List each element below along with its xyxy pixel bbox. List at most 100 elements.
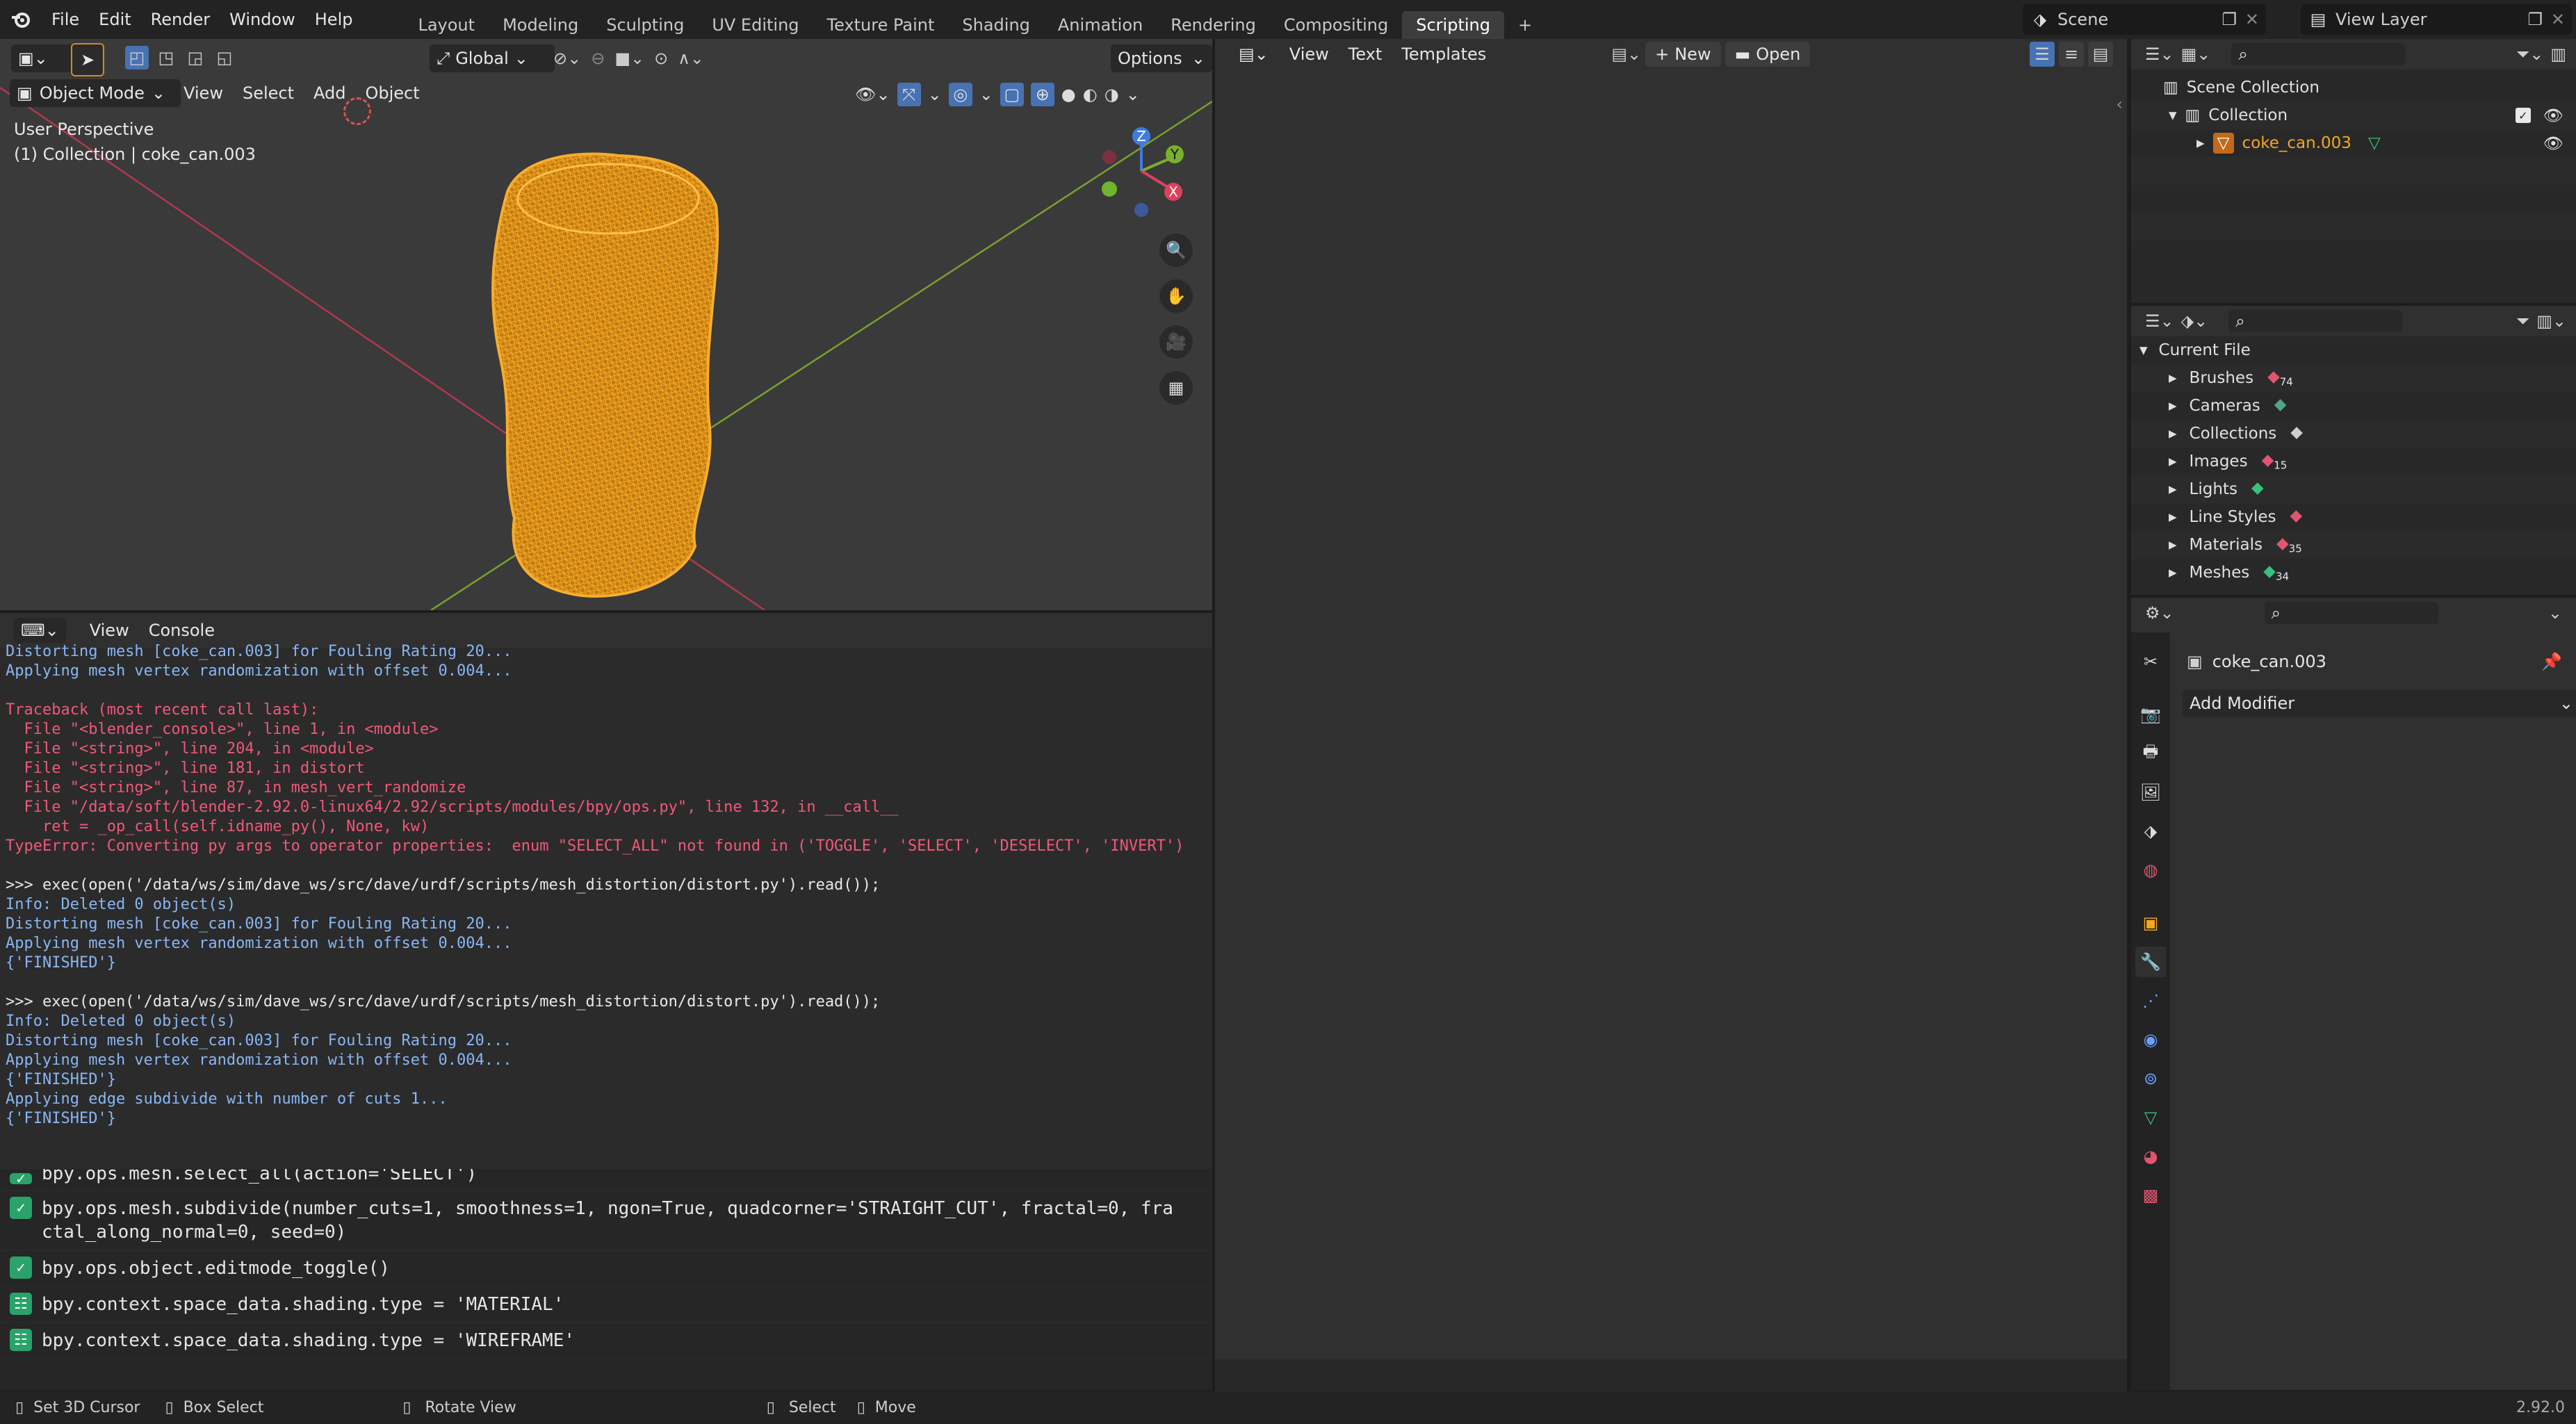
tab-rendering[interactable]: Rendering	[1157, 11, 1270, 39]
pan-hand-icon[interactable]: ✋	[1159, 279, 1193, 313]
text-menu-text[interactable]: Text	[1339, 44, 1392, 64]
xray-icon[interactable]: ▢	[1000, 83, 1024, 106]
editor-type-button[interactable]: ⌨⌄	[14, 618, 66, 643]
properties-search-input[interactable]: ⌕	[2264, 602, 2438, 624]
python-console[interactable]: ⌨⌄ View Console Distorting mesh [coke_can…	[0, 613, 1212, 1169]
object-tab-icon[interactable]: ▣	[2135, 908, 2166, 938]
render-tab-icon[interactable]: 📷	[2135, 699, 2166, 730]
close-icon[interactable]: ✕	[2245, 10, 2259, 29]
viewport-menu-object[interactable]: Object	[355, 83, 429, 103]
new-collection-icon[interactable]: ▥	[2550, 44, 2566, 64]
scene-collection-row[interactable]: ▥ Scene Collection	[2131, 74, 2576, 101]
wireframe-shading-icon[interactable]: ⊕	[1030, 83, 1054, 106]
chevron-right-icon[interactable]: ▸	[2169, 508, 2177, 526]
pin-icon[interactable]: 📌	[2541, 652, 2562, 671]
viewport-menu-select[interactable]: Select	[233, 83, 304, 103]
info-log-row[interactable]: ☷ bpy.context.space_data.shading.type = '…	[0, 1323, 1212, 1359]
solid-shading-icon[interactable]: ●	[1061, 85, 1076, 104]
word-wrap-icon[interactable]: ≡	[2059, 42, 2084, 67]
menu-file[interactable]: File	[42, 10, 89, 29]
text-menu-templates[interactable]: Templates	[1392, 44, 1496, 64]
blend-file-search-input[interactable]: ⌕	[2228, 310, 2403, 332]
camera-icon[interactable]: 🎥	[1159, 325, 1193, 359]
object-row[interactable]: ▸ ▽ coke_can.003 ▽ 👁	[2131, 129, 2576, 157]
outliner[interactable]: ☰⌄ ▦⌄ ⌕ ⏷⌄ ▥ ▥ Scene Collection ▾ ▥ Coll…	[2131, 39, 2576, 303]
chevron-right-icon[interactable]: ▸	[2196, 134, 2205, 152]
object-mode-dropdown[interactable]: ▣ Object Mode ⌄	[10, 79, 181, 107]
info-log-row[interactable]: ☷ bpy.context.space_data.shading.type = '…	[0, 1287, 1212, 1323]
material-shading-icon[interactable]: ◐	[1083, 85, 1098, 104]
chevron-down-icon[interactable]: ▾	[2169, 106, 2177, 124]
viewport-menu-view[interactable]: View	[174, 83, 233, 103]
transform-orientation-dropdown[interactable]: ⤢ Global ⌄	[430, 44, 555, 72]
mesh-data-tab-icon[interactable]: ▽	[2135, 1102, 2166, 1133]
menu-help[interactable]: Help	[305, 10, 363, 29]
world-tab-icon[interactable]: ◍	[2135, 855, 2166, 885]
tab-scripting[interactable]: Scripting	[1402, 11, 1504, 39]
editor-type-button[interactable]: ⚙⌄	[2145, 603, 2174, 623]
info-log-row[interactable]: ✓ bpy.ops.mesh.subdivide(number_cuts=1, s…	[0, 1191, 1212, 1251]
display-mode-icon[interactable]: ⬗⌄	[2181, 311, 2208, 331]
chevron-right-icon[interactable]: ▸	[2169, 564, 2177, 582]
chevron-right-icon[interactable]: ▸	[2169, 452, 2177, 470]
tab-uv-editing[interactable]: UV Editing	[698, 11, 813, 39]
info-row-partial[interactable]: ✓ bpy.ops.mesh.select_all(action='SELECT…	[0, 1169, 1212, 1191]
snap-target-icon[interactable]: ■⌄	[614, 49, 644, 68]
proportional-edit-icon[interactable]: ⊙	[654, 49, 668, 68]
close-icon[interactable]: ✕	[2551, 10, 2565, 29]
editor-type-button[interactable]: ☰⌄	[2145, 44, 2174, 64]
current-file-row[interactable]: ▾ Current File	[2131, 336, 2576, 364]
scene-selector[interactable]: ⬗ Scene ❐ ✕	[2023, 4, 2266, 35]
scene-tab-icon[interactable]: ⬗	[2135, 816, 2166, 846]
view-layer-tab-icon[interactable]: 🖼	[2135, 777, 2166, 808]
copy-icon[interactable]: ❐	[2222, 10, 2237, 29]
new-text-button[interactable]: + New	[1645, 42, 1721, 67]
text-browse-icon[interactable]: ▤⌄	[1611, 44, 1641, 64]
collection-row[interactable]: ▾ ▥ Collection ✓ 👁	[2131, 101, 2576, 129]
tab-modeling[interactable]: Modeling	[489, 11, 592, 39]
blend-item-lights[interactable]: ▸ Lights ◆	[2131, 475, 2576, 503]
filter-icon[interactable]: ⏷	[2516, 311, 2529, 331]
chevron-right-icon[interactable]: ▸	[2169, 425, 2177, 443]
line-numbers-icon[interactable]: ☰	[2030, 42, 2055, 67]
editor-type-button[interactable]: ▤⌄	[1232, 42, 1275, 67]
falloff-icon[interactable]: ∧⌄	[678, 49, 704, 68]
chevron-right-icon[interactable]: ▸	[2169, 480, 2177, 498]
open-text-button[interactable]: ▬ Open	[1725, 42, 1811, 67]
rendered-shading-icon[interactable]: ◑	[1104, 85, 1119, 104]
menu-render[interactable]: Render	[141, 10, 220, 29]
blend-item-materials[interactable]: ▸ Materials ◆35	[2131, 531, 2576, 559]
blend-file-outliner[interactable]: ☰⌄ ⬗⌄ ⌕ ⏷ ▥⌄ ▾ Current File ▸ Brushes ◆74 ▸…	[2131, 306, 2576, 595]
tab-layout[interactable]: Layout	[404, 11, 489, 39]
visibility-icon[interactable]: 👁⌄	[855, 85, 890, 104]
copy-icon[interactable]: ❐	[2527, 10, 2543, 29]
chevron-right-icon[interactable]: ▸	[2169, 369, 2177, 387]
tab-texture-paint[interactable]: Texture Paint	[813, 11, 949, 39]
viewport-shading-group[interactable]: 👁⌄ ⤧ ⌄ ◎ ⌄ ▢ ⊕ ● ◐ ◑ ⌄	[855, 81, 1140, 108]
tool-tab-icon[interactable]: ✂	[2135, 646, 2166, 677]
console-menu-console[interactable]: Console	[139, 621, 225, 640]
tab-shading[interactable]: Shading	[948, 11, 1044, 39]
constraints-tab-icon[interactable]: ⊚	[2135, 1063, 2166, 1094]
text-editor[interactable]: ▤⌄ View Text Templates ▤⌄ + New ▬ Open ☰ ≡ ▤…	[1215, 39, 2127, 1391]
text-display-toggles[interactable]: ☰ ≡ ▤	[2030, 42, 2113, 67]
tab-animation[interactable]: Animation	[1044, 11, 1157, 39]
select-subtract-icon[interactable]: ◲	[184, 46, 207, 69]
blend-item-line-styles[interactable]: ▸ Line Styles ◆	[2131, 503, 2576, 531]
pivot-icon[interactable]: ⊘⌄	[553, 49, 581, 68]
console-menu-view[interactable]: View	[80, 621, 139, 640]
menu-edit[interactable]: Edit	[89, 10, 140, 29]
info-editor[interactable]: ✓ bpy.ops.mesh.select_all(action='SELECT…	[0, 1169, 1212, 1390]
editor-type-button[interactable]: ▣⌄	[11, 44, 74, 72]
add-modifier-dropdown[interactable]: Add Modifier ⌄	[2183, 689, 2576, 717]
snap-icon[interactable]: ⊖	[591, 49, 605, 68]
eye-icon[interactable]: 👁	[2543, 134, 2563, 153]
overlay-toggle-icon[interactable]: ◎	[948, 83, 972, 106]
navigation-gizmo[interactable]: Z Y X	[1091, 122, 1189, 220]
blender-logo-icon[interactable]	[0, 0, 42, 39]
chevron-down-icon[interactable]: ⌄	[2548, 603, 2562, 623]
editor-type-button[interactable]: ☰⌄	[2145, 311, 2174, 331]
chevron-right-icon[interactable]: ▸	[2169, 536, 2177, 554]
outliner-search-input[interactable]: ⌕	[2231, 43, 2406, 65]
particles-tab-icon[interactable]: ⋰	[2135, 985, 2166, 1016]
